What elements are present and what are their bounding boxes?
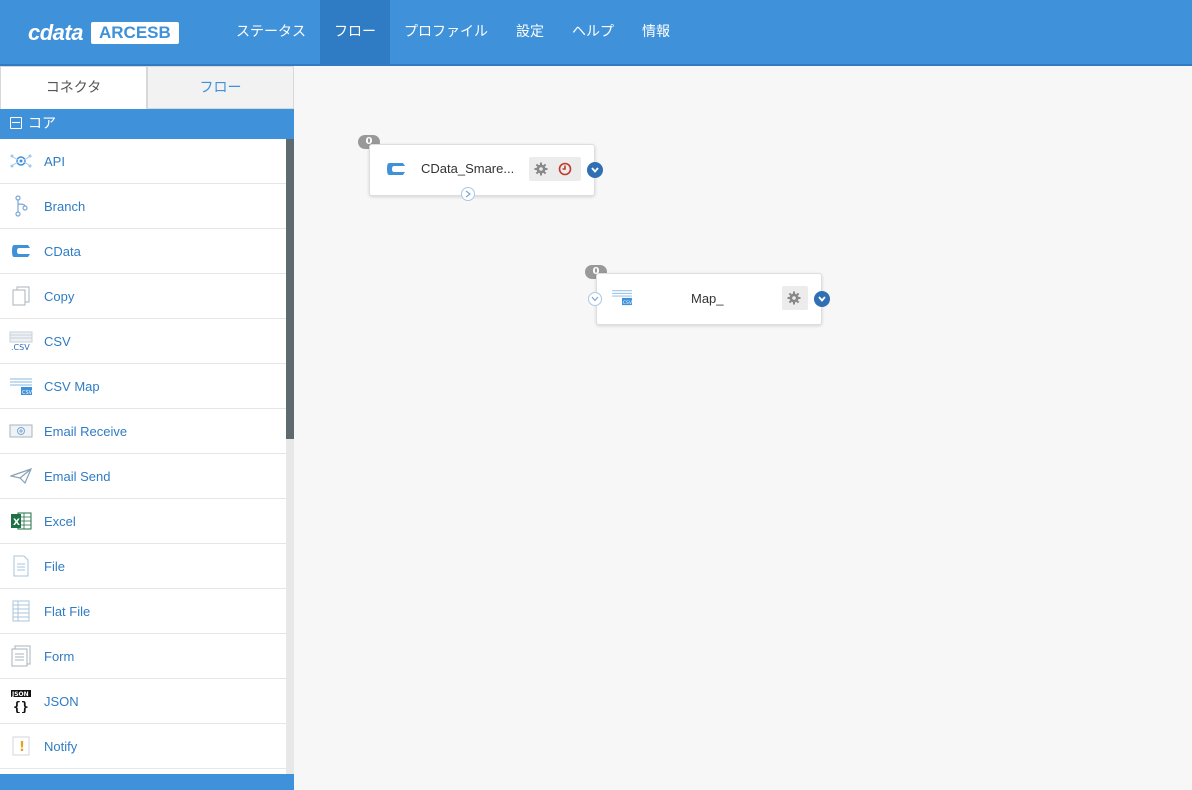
file-icon <box>9 555 33 577</box>
svg-text:CSV: CSV <box>22 390 33 396</box>
node-input-port[interactable] <box>461 187 475 201</box>
tab-connectors[interactable]: コネクタ <box>0 66 147 109</box>
copy-icon <box>9 285 33 307</box>
connector-item-csv-map[interactable]: CSV CSV Map <box>0 364 286 409</box>
flat-file-icon <box>9 600 33 622</box>
logo-arcesb-text: ARCESB <box>90 22 179 44</box>
connector-label: CSV Map <box>44 378 100 394</box>
connector-item-form[interactable]: Form <box>0 634 286 679</box>
main-nav: ステータス フロー プロファイル 設定 ヘルプ 情報 <box>222 0 684 64</box>
nav-status[interactable]: ステータス <box>222 0 320 64</box>
notify-icon: ! <box>9 735 33 757</box>
top-navbar: cdata ARCESB ステータス フロー プロファイル 設定 ヘルプ 情報 <box>0 0 1192 66</box>
email-receive-icon <box>9 420 33 442</box>
clock-icon[interactable] <box>553 157 577 181</box>
panel-tabs: コネクタ フロー <box>0 66 294 109</box>
connector-label: Branch <box>44 198 86 214</box>
branch-icon <box>9 195 33 217</box>
svg-text:!: ! <box>19 740 25 755</box>
connector-label: Form <box>44 648 75 664</box>
csv-icon: .CSV <box>9 330 33 352</box>
node-output-port[interactable] <box>587 162 603 178</box>
connector-list: API Branch CData Copy .CSV CSV CSV CSV M… <box>0 139 286 774</box>
connector-item-branch[interactable]: Branch <box>0 184 286 229</box>
connector-label: File <box>44 558 65 574</box>
csv-map-icon: CSV <box>9 375 33 397</box>
csv-map-icon: CSV <box>611 288 633 310</box>
api-icon <box>9 150 33 172</box>
svg-text:CSV: CSV <box>623 300 633 306</box>
node-title: CData_Smare... <box>421 161 515 176</box>
cdata-icon <box>386 161 406 181</box>
scrollbar-thumb[interactable] <box>286 139 294 439</box>
logo[interactable]: cdata ARCESB <box>28 20 179 46</box>
node-action-group <box>529 157 581 181</box>
flow-canvas[interactable]: 0 CData_Smare... 0 CSV Map_ <box>294 66 1192 790</box>
nav-settings[interactable]: 設定 <box>502 0 558 64</box>
connector-item-json[interactable]: JSON {} JSON <box>0 679 286 724</box>
chevron-down-icon <box>591 167 599 173</box>
nav-help[interactable]: ヘルプ <box>558 0 628 64</box>
connector-item-cdata[interactable]: CData <box>0 229 286 274</box>
chevron-right-icon <box>465 190 471 198</box>
svg-text:X: X <box>13 518 20 528</box>
section-core-header[interactable]: コア <box>0 109 294 139</box>
connector-label: JSON <box>44 693 79 709</box>
excel-icon: X <box>9 510 33 532</box>
email-send-icon <box>9 465 33 487</box>
cdata-icon <box>9 240 33 262</box>
connector-label: CData <box>44 243 81 259</box>
svg-text:.CSV: .CSV <box>11 343 30 351</box>
connector-label: Copy <box>44 288 75 304</box>
connector-list-scrollbar[interactable] <box>286 139 294 774</box>
tab-flows[interactable]: フロー <box>147 66 294 109</box>
form-icon <box>9 645 33 667</box>
connector-item-copy[interactable]: Copy <box>0 274 286 319</box>
connector-item-excel[interactable]: X Excel <box>0 499 286 544</box>
gear-icon[interactable] <box>529 157 553 181</box>
node-title: Map_ <box>691 291 724 306</box>
node-action-group <box>782 286 808 310</box>
connector-item-api[interactable]: API <box>0 139 286 184</box>
connector-item-email-receive[interactable]: Email Receive <box>0 409 286 454</box>
section-core-label: コア <box>28 116 56 132</box>
connector-label: Flat File <box>44 603 91 619</box>
flow-node-map[interactable]: CSV Map_ <box>588 273 830 325</box>
flow-node-cdata[interactable]: CData_Smare... <box>369 144 603 201</box>
connector-panel: コネクタ フロー コア API Branch CData Copy .CSV C… <box>0 66 294 790</box>
connector-label: Excel <box>44 513 76 529</box>
svg-text:JSON: JSON <box>11 691 29 698</box>
connector-item-file[interactable]: File <box>0 544 286 589</box>
svg-text:{}: {} <box>13 700 29 713</box>
connector-item-csv[interactable]: .CSV CSV <box>0 319 286 364</box>
connector-item-email-send[interactable]: Email Send <box>0 454 286 499</box>
nav-flow[interactable]: フロー <box>320 0 390 64</box>
connector-label: Email Send <box>44 468 111 484</box>
connector-item-flat-file[interactable]: Flat File <box>0 589 286 634</box>
next-section-header[interactable] <box>0 774 294 790</box>
chevron-down-icon <box>818 296 826 302</box>
nav-info[interactable]: 情報 <box>628 0 684 64</box>
node-input-port[interactable] <box>588 292 602 306</box>
connector-label: Notify <box>44 738 78 754</box>
connector-label: API <box>44 153 65 169</box>
nav-profile[interactable]: プロファイル <box>390 0 502 64</box>
connector-label: Email Receive <box>44 423 128 439</box>
gear-icon[interactable] <box>782 286 806 310</box>
logo-cdata-text: cdata <box>28 20 83 45</box>
json-icon: JSON {} <box>9 690 33 713</box>
connector-item-notify[interactable]: ! Notify <box>0 724 286 769</box>
chevron-down-icon <box>591 296 599 302</box>
connector-label: CSV <box>44 333 71 349</box>
collapse-icon <box>10 117 22 129</box>
node-output-port[interactable] <box>814 291 830 307</box>
